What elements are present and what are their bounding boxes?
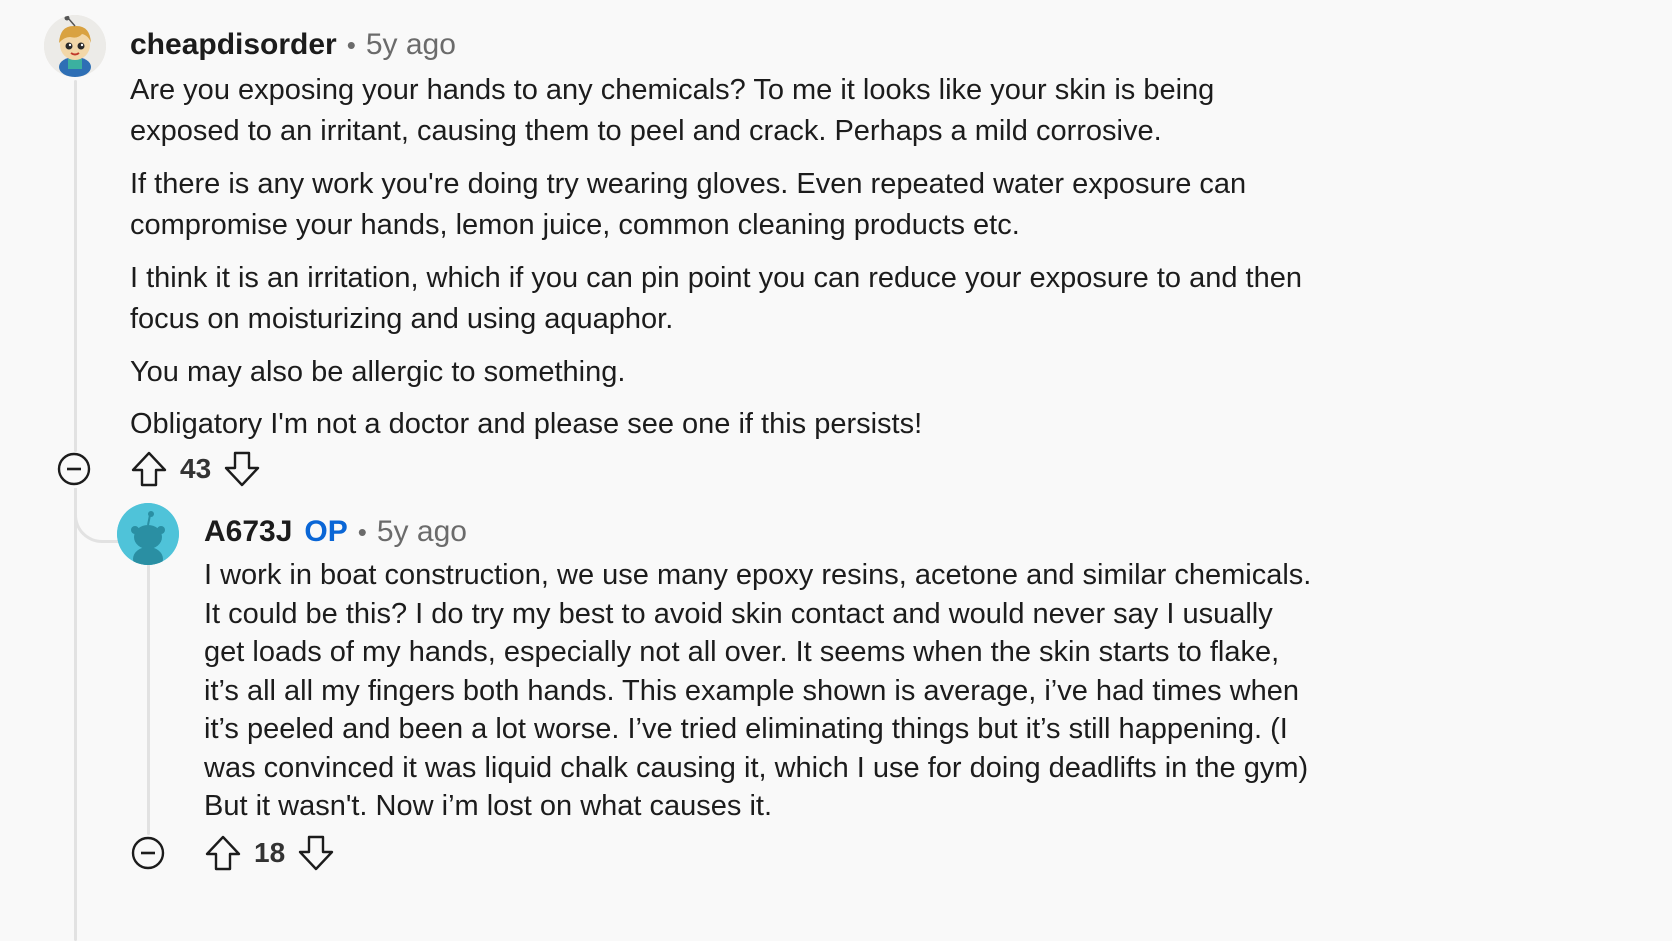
op-badge: OP — [304, 515, 348, 548]
comment-paragraph: I work in boat construction, we use many… — [204, 559, 1312, 822]
meta-separator: • — [346, 29, 356, 60]
vote-bar: 43 — [130, 450, 261, 488]
minus-circle-icon — [131, 836, 165, 870]
comment-paragraph: Obligatory I'm not a doctor and please s… — [130, 408, 923, 440]
username[interactable]: cheapdisorder — [130, 28, 337, 62]
vote-count: 18 — [254, 837, 286, 868]
timestamp[interactable]: 5y ago — [366, 28, 456, 62]
downvote-button[interactable] — [223, 450, 261, 488]
vote-count: 43 — [180, 453, 212, 484]
default-snoo-avatar-icon — [117, 503, 179, 565]
avatar[interactable] — [44, 15, 106, 77]
upvote-button[interactable] — [204, 834, 242, 872]
comment-paragraph: Are you exposing your hands to any chemi… — [130, 74, 1215, 147]
thread-line-main-lower[interactable] — [74, 488, 77, 941]
vote-bar: 18 — [204, 834, 335, 872]
comment-paragraph: I think it is an irritation, which if yo… — [130, 262, 1302, 335]
minus-circle-icon — [57, 452, 91, 486]
thread-line-main[interactable] — [74, 80, 77, 452]
downvote-button[interactable] — [297, 834, 335, 872]
comment-body: I work in boat construction, we use many… — [204, 556, 1312, 826]
thread-line-reply[interactable] — [147, 563, 150, 835]
meta-separator: • — [357, 516, 367, 547]
upvote-arrow-icon — [205, 835, 241, 871]
timestamp[interactable]: 5y ago — [377, 515, 467, 549]
comment-meta: A673J OP • 5y ago — [204, 515, 467, 549]
comment-paragraph: If there is any work you're doing try we… — [130, 168, 1247, 241]
avatar[interactable] — [117, 503, 179, 565]
downvote-arrow-icon — [224, 451, 260, 487]
snoo-avatar-icon — [44, 15, 106, 77]
collapse-button[interactable] — [131, 836, 165, 870]
collapse-button[interactable] — [57, 452, 91, 486]
comment-meta: cheapdisorder • 5y ago — [130, 28, 456, 62]
upvote-arrow-icon — [131, 451, 167, 487]
downvote-arrow-icon — [298, 835, 334, 871]
upvote-button[interactable] — [130, 450, 168, 488]
comment-paragraph: You may also be allergic to something. — [130, 356, 626, 388]
username[interactable]: A673J — [204, 515, 292, 549]
comment-body: Are you exposing your hands to any chemi… — [130, 70, 1310, 445]
